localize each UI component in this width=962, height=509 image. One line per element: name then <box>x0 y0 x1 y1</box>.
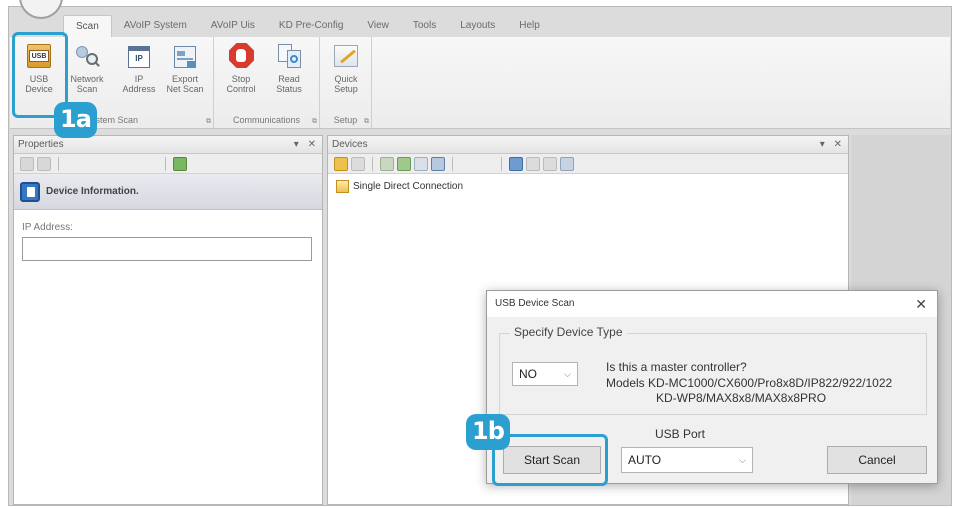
network-scan-label-2: Scan <box>76 84 98 94</box>
device-information-header: Device Information. <box>14 174 322 210</box>
usb-port-label: USB Port <box>655 427 706 441</box>
read-status-label-1: Read <box>278 74 300 84</box>
devices-settings-icon[interactable] <box>543 156 557 171</box>
ribbon-group-communications: Stop Control Read Status Communications … <box>214 37 320 129</box>
devices-view-icon[interactable] <box>431 156 445 171</box>
tab-layouts[interactable]: Layouts <box>448 15 507 37</box>
properties-title: Properties <box>18 139 64 150</box>
device-type-select[interactable]: NO ⌵ <box>512 362 578 386</box>
properties-refresh-icon[interactable] <box>173 156 187 171</box>
devices-link-icon[interactable] <box>380 156 394 171</box>
read-status-label-2: Status <box>276 84 302 94</box>
quick-setup-label-1: Quick <box>334 74 358 84</box>
master-controller-question: Is this a master controller? <box>606 360 747 374</box>
close-icon[interactable]: ✕ <box>834 139 842 150</box>
usb-port-value: AUTO <box>628 453 662 467</box>
toolbar-separator <box>452 156 453 171</box>
tab-view[interactable]: View <box>355 15 401 37</box>
export-net-scan-label-2: Net Scan <box>166 84 204 94</box>
ip-address-label-2: Address <box>122 84 156 94</box>
export-net-scan-button[interactable]: Export Net Scan <box>162 41 208 94</box>
group-label-communications: Communications <box>232 115 301 125</box>
ribbon: USB USB Device Network Scan IP IP Addres… <box>10 37 950 129</box>
properties-toolbar <box>14 154 322 174</box>
ip-address-label-1: IP <box>134 74 144 84</box>
devices-list-icon[interactable] <box>414 156 428 171</box>
callout-1a-badge: 1a <box>54 102 97 138</box>
properties-copy-icon[interactable] <box>20 156 34 171</box>
models-line-1: Models KD-MC1000/CX600/Pro8x8D/IP822/922… <box>606 376 893 390</box>
read-status-button[interactable]: Read Status <box>266 41 312 94</box>
pin-icon[interactable]: ▾ <box>294 139 299 150</box>
devices-check-icon[interactable] <box>526 156 540 171</box>
ip-address-button[interactable]: IP IP Address <box>116 41 162 94</box>
usb-port-select[interactable]: AUTO ⌵ <box>621 447 753 473</box>
devices-toolbar <box>328 154 848 174</box>
quick-setup-icon <box>331 41 361 71</box>
pin-icon[interactable]: ▾ <box>820 139 825 150</box>
network-scan-button[interactable]: Network Scan <box>64 41 110 94</box>
tab-scan[interactable]: Scan <box>63 15 112 37</box>
quick-setup-button[interactable]: Quick Setup <box>323 41 369 94</box>
ribbon-group-setup: Quick Setup Setup ⧉ <box>320 37 372 129</box>
app-menu-orb[interactable] <box>19 0 63 19</box>
device-information-title: Device Information. <box>46 186 139 197</box>
devices-details-icon[interactable] <box>509 156 523 171</box>
dialog-launcher-icon[interactable]: ⧉ <box>206 118 211 126</box>
ip-address-label: IP Address: <box>22 222 73 233</box>
toolbar-separator <box>501 156 502 171</box>
devices-connection-icon[interactable] <box>334 156 348 171</box>
properties-pane: Properties ▾ ✕ Device Information. IP Ad… <box>13 135 323 505</box>
properties-pane-title: Properties ▾ ✕ <box>14 136 322 154</box>
export-net-scan-icon <box>170 41 200 71</box>
device-type-group-title: Specify Device Type <box>510 325 627 339</box>
close-icon[interactable]: ✕ <box>308 139 316 150</box>
devices-add-icon[interactable] <box>397 156 411 171</box>
toolbar-separator <box>58 156 59 171</box>
read-status-icon <box>274 41 304 71</box>
export-net-scan-label-1: Export <box>171 74 198 84</box>
cancel-button[interactable]: Cancel <box>827 446 927 474</box>
device-type-value: NO <box>519 367 537 381</box>
network-scan-icon <box>72 41 102 71</box>
toolbar-separator <box>165 156 166 171</box>
tab-help[interactable]: Help <box>507 15 552 37</box>
stop-control-label-1: Stop <box>231 74 251 84</box>
tab-kd-pre-config[interactable]: KD Pre-Config <box>267 15 355 37</box>
dialog-launcher-icon[interactable]: ⧉ <box>312 118 317 126</box>
tab-tools[interactable]: Tools <box>401 15 448 37</box>
tree-item-label: Single Direct Connection <box>353 181 464 192</box>
dialog-launcher-icon[interactable]: ⧉ <box>364 118 369 126</box>
device-type-group: Specify Device Type NO ⌵ Is this a maste… <box>499 325 927 415</box>
devices-export-icon[interactable] <box>560 156 574 171</box>
ip-address-input[interactable] <box>22 237 312 261</box>
devices-pane-title: Devices ▾ ✕ <box>328 136 848 154</box>
devices-grid-icon[interactable] <box>351 156 365 171</box>
stop-control-label-2: Control <box>226 84 256 94</box>
stop-control-button[interactable]: Stop Control <box>218 41 264 94</box>
close-icon[interactable]: ✕ <box>915 291 927 317</box>
connection-icon <box>336 180 349 193</box>
quick-setup-label-2: Setup <box>334 84 358 94</box>
tree-item-single-direct-connection[interactable]: Single Direct Connection <box>336 180 848 193</box>
stop-hand-icon <box>226 41 256 71</box>
network-scan-label-1: Network <box>70 74 104 84</box>
menu-tabs: Scan AVoIP System AVoIP Uis KD Pre-Confi… <box>63 15 552 37</box>
device-information-icon <box>20 181 40 202</box>
properties-save-icon[interactable] <box>37 156 51 171</box>
chevron-down-icon: ⌵ <box>739 454 746 465</box>
tab-avoip-system[interactable]: AVoIP System <box>112 15 199 37</box>
dialog-title: USB Device Scan <box>495 298 575 309</box>
chevron-down-icon: ⌵ <box>564 368 571 379</box>
devices-title: Devices <box>332 139 368 150</box>
models-line-2: KD-WP8/MAX8x8/MAX8x8PRO <box>656 391 827 405</box>
toolbar-separator <box>372 156 373 171</box>
tab-avoip-uis[interactable]: AVoIP Uis <box>199 15 267 37</box>
ip-address-icon: IP <box>124 41 154 71</box>
callout-1b-badge: 1b <box>466 414 510 450</box>
dialog-titlebar: USB Device Scan ✕ <box>487 291 937 317</box>
